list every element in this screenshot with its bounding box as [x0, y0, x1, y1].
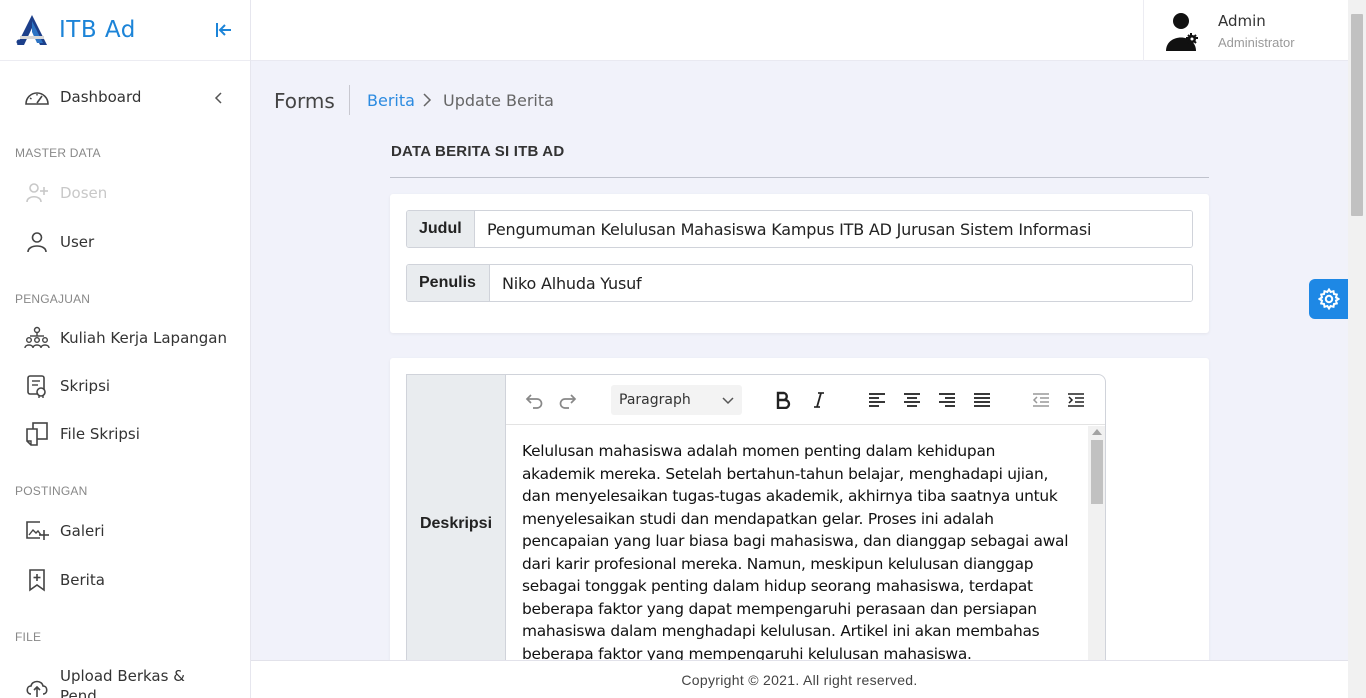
paragraph-select[interactable]: Paragraph — [611, 385, 742, 415]
files-icon — [24, 421, 50, 447]
copyright-text: Copyright © 2021. All right reserved. — [681, 671, 918, 688]
form-card-meta: Judul Pengumuman Kelulusan Mahasiswa Kam… — [390, 194, 1209, 333]
section-title-master-data: MASTER DATA — [15, 146, 101, 160]
section-title-file: FILE — [15, 630, 42, 644]
sidebar-item-label: Upload Berkas & Pend — [60, 666, 185, 698]
topbar: Admin Administrator — [251, 0, 1348, 61]
form-card-deskripsi: Deskripsi Paragraph Kelulusan mahasiswa … — [390, 358, 1209, 678]
breadcrumb-divider — [349, 85, 350, 115]
editor-scrollbar[interactable] — [1088, 426, 1105, 677]
sidebar-item-berita[interactable]: Berita — [24, 565, 105, 595]
judul-field: Judul Pengumuman Kelulusan Mahasiswa Kam… — [406, 210, 1193, 248]
editor-scroll-thumb[interactable] — [1091, 440, 1103, 504]
section-title-postingan: POSTINGAN — [15, 484, 88, 498]
redo-icon[interactable] — [558, 389, 580, 411]
sidebar-item-label: Dosen — [60, 184, 108, 202]
collapse-icon[interactable] — [213, 20, 233, 40]
undo-icon[interactable] — [522, 389, 544, 411]
scroll-up-icon[interactable] — [1092, 429, 1102, 435]
chevron-left-icon[interactable] — [212, 91, 226, 105]
deskripsi-label: Deskripsi — [406, 374, 505, 674]
bold-icon[interactable] — [772, 389, 794, 411]
align-center-icon[interactable] — [901, 389, 923, 411]
dashboard-icon — [24, 84, 50, 110]
sidebar-item-dosen[interactable]: Dosen — [24, 178, 107, 208]
user-menu[interactable]: Admin Administrator — [1143, 0, 1348, 61]
sidebar-item-label: Galeri — [60, 522, 105, 540]
sidebar-item-upload-berkas[interactable]: Upload Berkas & Pend — [24, 666, 185, 698]
sidebar-item-label: File Skripsi — [60, 425, 140, 443]
deskripsi-content[interactable]: Kelulusan mahasiswa adalah momen penting… — [506, 426, 1088, 677]
sidebar-item-skripsi[interactable]: Skripsi — [24, 371, 110, 401]
align-left-icon[interactable] — [866, 389, 888, 411]
sidebar-item-user[interactable]: User — [24, 227, 94, 257]
sidebar-item-label: Skripsi — [60, 377, 111, 395]
editor-toolbar: Paragraph — [506, 375, 1105, 425]
scroll-icon — [24, 373, 50, 399]
section-title-pengajuan: PENGAJUAN — [15, 292, 91, 306]
sidebar-item-file-skripsi[interactable]: File Skripsi — [24, 419, 140, 449]
form-heading: DATA BERITA SI ITB AD — [391, 143, 565, 160]
user-icon — [24, 229, 50, 255]
judul-input[interactable]: Pengumuman Kelulusan Mahasiswa Kampus IT… — [475, 211, 1192, 247]
page-title: Forms — [274, 89, 335, 113]
sidebar-item-kkl[interactable]: Kuliah Kerja Lapangan — [24, 323, 227, 353]
logo-icon — [16, 15, 47, 45]
indent-icon[interactable] — [1065, 389, 1087, 411]
sidebar-item-label: Dashboard — [60, 88, 142, 106]
align-justify-icon[interactable] — [971, 389, 993, 411]
page-scrollbar[interactable] — [1348, 0, 1366, 698]
page-scroll-thumb[interactable] — [1351, 14, 1363, 216]
breadcrumb-link-berita[interactable]: Berita — [367, 91, 415, 110]
paragraph-select-value: Paragraph — [619, 392, 691, 408]
image-plus-icon — [24, 518, 50, 544]
penulis-field: Penulis Niko Alhuda Yusuf — [406, 264, 1193, 302]
outdent-icon[interactable] — [1030, 389, 1052, 411]
people-network-icon — [24, 325, 50, 351]
chevron-down-icon — [722, 397, 734, 405]
penulis-input[interactable]: Niko Alhuda Yusuf — [490, 265, 1192, 301]
gear-icon — [1318, 288, 1340, 310]
breadcrumb-current: Update Berita — [443, 91, 554, 110]
avatar — [1166, 13, 1198, 51]
footer: Copyright © 2021. All right reserved. — [251, 660, 1348, 698]
sidebar-item-label: Berita — [60, 571, 105, 589]
upload-label-line1: Upload Berkas & — [60, 667, 185, 685]
sidebar-item-galeri[interactable]: Galeri — [24, 516, 105, 546]
user-role: Administrator — [1218, 35, 1295, 50]
user-name: Admin — [1218, 12, 1266, 30]
brand-name: ITB Ad — [59, 17, 136, 43]
upload-cloud-icon — [24, 674, 50, 698]
rich-text-editor: Paragraph Kelulusan mahasiswa adalah mom… — [505, 374, 1106, 678]
user-plus-icon — [24, 180, 50, 206]
sidebar: ITB Ad Dashboard MASTER DATA Dosen User … — [0, 0, 251, 698]
judul-label: Judul — [407, 211, 475, 247]
upload-label-line2: Pend — [60, 687, 97, 698]
sidebar-item-label: Kuliah Kerja Lapangan — [60, 329, 227, 347]
settings-button[interactable] — [1309, 279, 1349, 319]
italic-icon[interactable] — [808, 389, 830, 411]
bookmark-plus-icon — [24, 567, 50, 593]
penulis-label: Penulis — [407, 265, 490, 301]
sidebar-item-label: User — [60, 233, 95, 251]
chevron-right-icon — [423, 93, 432, 107]
divider — [390, 177, 1209, 178]
sidebar-item-dashboard[interactable]: Dashboard — [24, 82, 141, 112]
align-right-icon[interactable] — [936, 389, 958, 411]
